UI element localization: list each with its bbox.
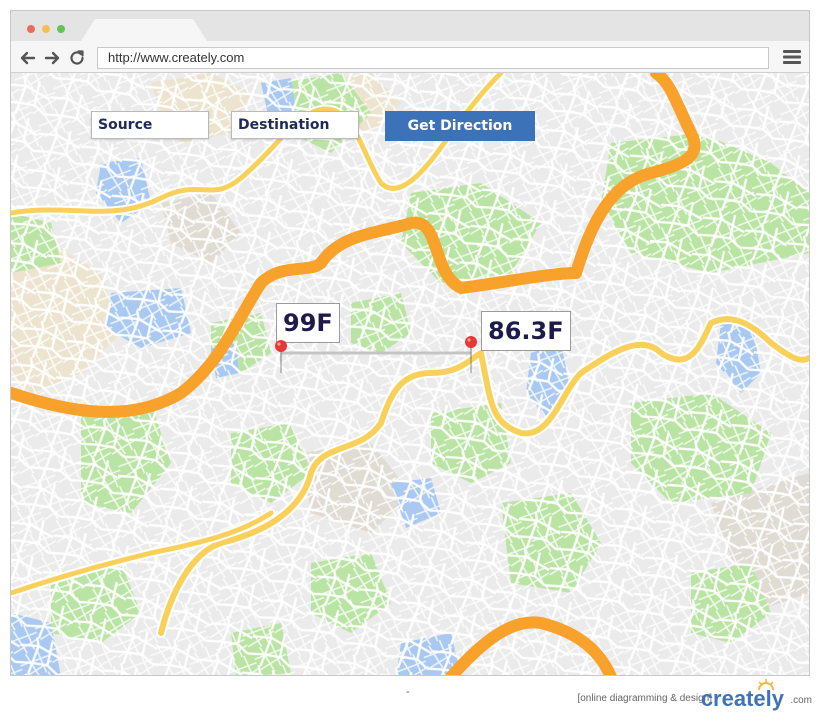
browser-tab[interactable] (81, 19, 207, 41)
source-input[interactable]: Source (91, 111, 209, 139)
temperature-label-destination: 86.3F (481, 311, 571, 351)
footer-tagline: [online diagramming & design] (577, 693, 712, 704)
minimize-window-dot[interactable] (42, 25, 50, 33)
footer-separator: - (406, 686, 410, 698)
map-pin-icon[interactable] (274, 339, 288, 363)
destination-input[interactable]: Destination (231, 111, 359, 139)
temperature-label-source: 99F (276, 303, 340, 343)
browser-window: http://www.creately.com Source Destinati… (10, 10, 810, 676)
close-window-dot[interactable] (27, 25, 35, 33)
browser-toolbar: http://www.creately.com (11, 41, 809, 73)
map-pin-icon[interactable] (464, 335, 478, 359)
back-arrow-icon[interactable] (19, 49, 37, 67)
maximize-window-dot[interactable] (57, 25, 65, 33)
reload-icon[interactable] (68, 49, 86, 67)
map-view[interactable]: Source Destination Get Direction 99F 86.… (11, 73, 809, 675)
hamburger-menu-icon[interactable] (782, 48, 802, 66)
creately-footer: [online diagramming & design] creately .… (552, 679, 812, 712)
forward-arrow-icon[interactable] (43, 49, 61, 67)
footer-brand: creately (700, 686, 784, 711)
map-background (11, 73, 809, 675)
address-bar[interactable]: http://www.creately.com (97, 47, 769, 69)
get-direction-button[interactable]: Get Direction (385, 111, 535, 141)
tab-bar (11, 11, 809, 41)
footer-domain: .com (790, 695, 812, 706)
